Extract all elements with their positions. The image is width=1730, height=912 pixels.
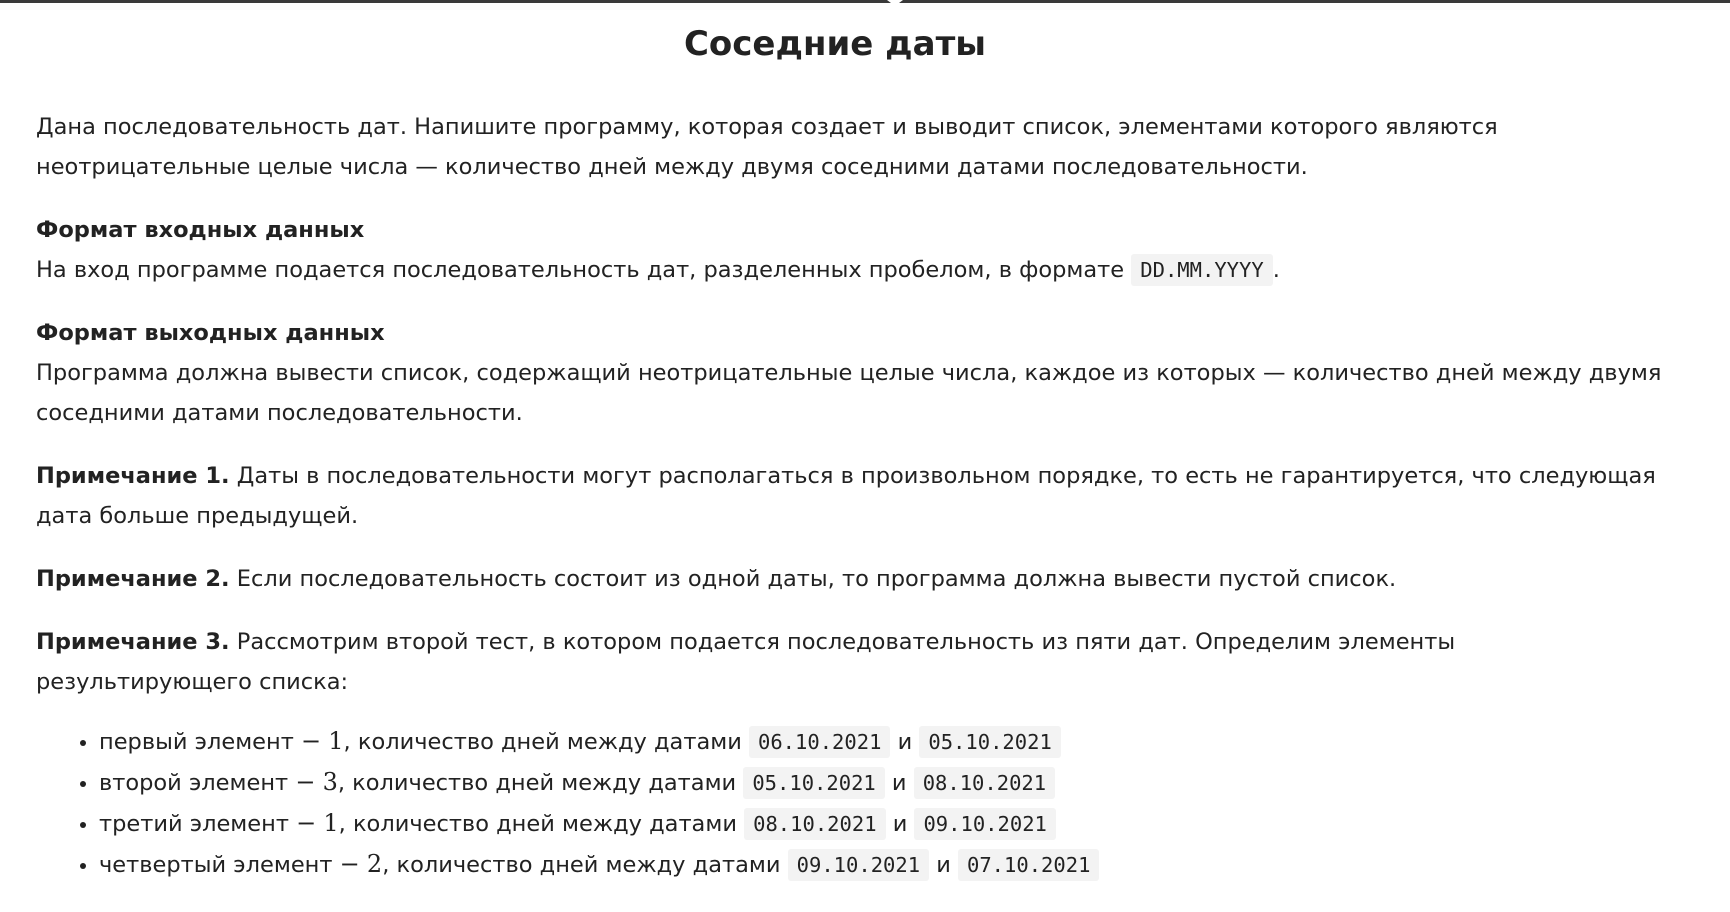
output-format-heading: Формат выходных данных: [36, 320, 385, 346]
list-item-dash: −: [295, 768, 316, 796]
list-item-date-2: 07.10.2021: [958, 849, 1100, 881]
note-3-text: Рассмотрим второй тест, в котором подает…: [36, 629, 1456, 695]
list-item-date-1: 09.10.2021: [787, 849, 930, 881]
list-item: третий элемент − 1, количество дней межд…: [99, 803, 1676, 844]
task-statement: Соседние даты Дана последовательность да…: [36, 0, 1676, 885]
list-item-ordinal: третий элемент: [99, 811, 289, 837]
list-item-date-1: 06.10.2021: [749, 726, 891, 758]
input-format-period: .: [1272, 257, 1280, 283]
input-format-heading: Формат входных данных: [36, 217, 365, 243]
intro-paragraph: Дана последовательность дат. Напишите пр…: [36, 114, 1498, 180]
output-format-section: Формат выходных данных Программа должна …: [36, 313, 1676, 433]
list-item-value: 1: [328, 727, 344, 755]
list-item-dash: −: [296, 809, 317, 837]
list-item-middle-text: , количество дней между датами: [343, 729, 742, 755]
list-item-ordinal: второй элемент: [99, 770, 289, 796]
input-format-text: На вход программе подается последователь…: [36, 257, 1125, 283]
elements-list: первый элемент − 1, количество дней межд…: [36, 721, 1676, 885]
output-format-text: Программа должна вывести список, содержа…: [36, 360, 1662, 426]
list-item: второй элемент − 3, количество дней межд…: [99, 762, 1676, 803]
list-item-date-1: 08.10.2021: [744, 808, 886, 840]
list-item-middle-text: , количество дней между датами: [338, 811, 737, 837]
list-item-value: 3: [322, 768, 338, 796]
note-2-text: Если последовательность состоит из одной…: [236, 566, 1397, 592]
list-item-conjunction: и: [892, 811, 908, 837]
note-2: Примечание 2. Если последовательность со…: [36, 559, 1676, 599]
list-item-date-2: 08.10.2021: [913, 767, 1056, 799]
list-item-date-2: 05.10.2021: [919, 726, 1061, 758]
note-1-text: Даты в последовательности могут располаг…: [36, 463, 1656, 529]
input-format-section: Формат входных данных На вход программе …: [36, 210, 1676, 290]
page-title: Соседние даты: [683, 24, 987, 64]
list-item-value: 1: [323, 809, 339, 837]
list-item-dash: −: [301, 727, 322, 755]
note-1: Примечание 1. Даты в последовательности …: [36, 456, 1676, 536]
list-item-conjunction: и: [936, 852, 951, 878]
list-item-conjunction: и: [891, 770, 907, 796]
list-item: четвертый элемент − 2, количество дней м…: [99, 844, 1676, 885]
list-item-date-2: 09.10.2021: [914, 808, 1056, 840]
list-item-middle-text: , количество дней между датами: [337, 770, 737, 796]
list-item-value: 2: [366, 850, 383, 878]
list-item-middle-text: , количество дней между датами: [382, 852, 781, 878]
list-item-ordinal: первый элемент: [99, 729, 294, 755]
list-item-dash: −: [339, 850, 360, 878]
list-item-ordinal: четвертый элемент: [99, 852, 333, 878]
list-item: первый элемент − 1, количество дней межд…: [99, 721, 1676, 762]
note-1-label: Примечание 1.: [36, 463, 230, 489]
date-format-code: DD.MM.YYYY: [1131, 254, 1273, 286]
list-item-conjunction: и: [897, 729, 913, 755]
note-3-label: Примечание 3.: [36, 629, 230, 655]
note-2-label: Примечание 2.: [36, 566, 230, 592]
note-3: Примечание 3. Рассмотрим второй тест, в …: [36, 622, 1676, 702]
list-item-date-1: 05.10.2021: [743, 767, 885, 799]
